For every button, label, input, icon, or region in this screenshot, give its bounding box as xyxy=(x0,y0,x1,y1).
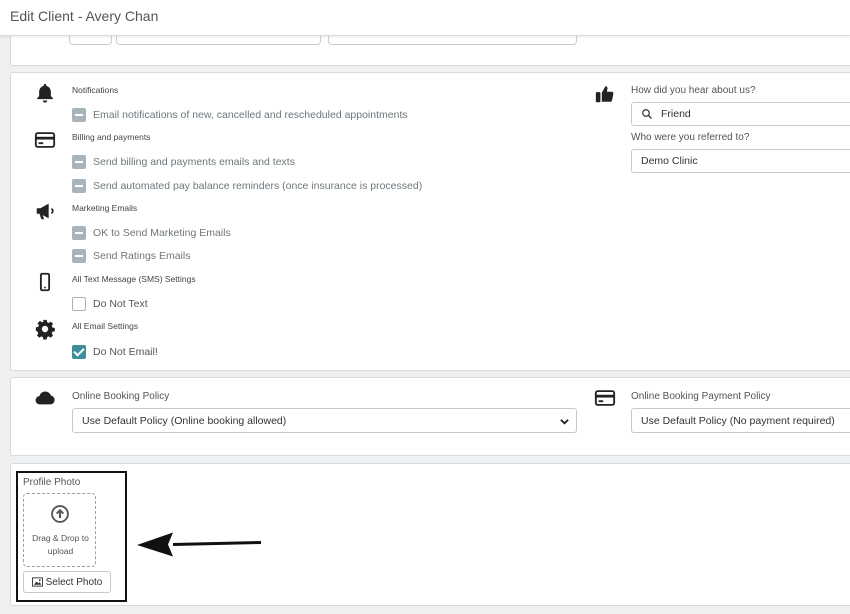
payment-policy-select[interactable]: Use Default Policy (No payment required) xyxy=(631,408,850,433)
billing-emails-checkbox[interactable] xyxy=(72,155,86,169)
sms-heading: All Text Message (SMS) Settings xyxy=(72,274,196,284)
megaphone-icon xyxy=(34,200,56,222)
page-header: Edit Client - Avery Chan xyxy=(0,0,850,36)
marketing-ok-checkbox[interactable] xyxy=(72,226,86,240)
booking-policy-value: Use Default Policy (Online booking allow… xyxy=(82,414,287,427)
email-notifications-checkbox-row[interactable]: Email notifications of new, cancelled an… xyxy=(72,107,408,123)
booking-policy-label: Online Booking Policy xyxy=(72,391,170,402)
payment-policy-value: Use Default Policy (No payment required) xyxy=(641,414,835,427)
chevron-down-icon xyxy=(560,419,569,425)
ratings-checkbox[interactable] xyxy=(72,249,86,263)
email-notifications-label: Email notifications of new, cancelled an… xyxy=(93,109,408,121)
billing-emails-label: Send billing and payments emails and tex… xyxy=(93,156,295,168)
profile-photo-highlight: Profile Photo Drag & Drop to upload Sele… xyxy=(16,471,127,602)
cloud-icon xyxy=(34,387,56,409)
marketing-ok-label: OK to Send Marketing Emails xyxy=(93,227,231,239)
booking-policy-select[interactable]: Use Default Policy (Online booking allow… xyxy=(72,408,577,433)
hear-about-us-value: Friend xyxy=(661,108,691,120)
marketing-heading: Marketing Emails xyxy=(72,203,138,213)
referred-to-field[interactable]: Demo Clinic xyxy=(631,149,850,173)
profile-photo-label: Profile Photo xyxy=(23,477,81,488)
select-photo-button[interactable]: Select Photo xyxy=(23,571,111,593)
pay-balance-checkbox[interactable] xyxy=(72,179,86,193)
email-settings-heading: All Email Settings xyxy=(72,321,139,331)
hear-about-us-label: How did you hear about us? xyxy=(631,85,756,96)
billing-emails-checkbox-row[interactable]: Send billing and payments emails and tex… xyxy=(72,154,295,170)
credit-card-icon xyxy=(594,387,616,409)
drop-zone-text: Drag & Drop to upload xyxy=(32,533,89,556)
image-icon xyxy=(31,577,43,587)
ratings-label: Send Ratings Emails xyxy=(93,250,191,262)
credit-card-icon xyxy=(34,129,56,151)
gear-icon xyxy=(34,318,56,340)
referred-to-value: Demo Clinic xyxy=(641,155,698,167)
payment-policy-label: Online Booking Payment Policy xyxy=(631,391,771,402)
hear-about-us-field[interactable]: Friend xyxy=(631,102,850,126)
marketing-ok-checkbox-row[interactable]: OK to Send Marketing Emails xyxy=(72,225,231,241)
bell-icon xyxy=(34,82,56,104)
ratings-checkbox-row[interactable]: Send Ratings Emails xyxy=(72,248,190,264)
mobile-phone-icon xyxy=(34,271,56,293)
email-notifications-checkbox[interactable] xyxy=(72,108,86,122)
pay-balance-label: Send automated pay balance reminders (on… xyxy=(93,180,423,192)
do-not-email-checkbox-row[interactable]: Do Not Email! xyxy=(72,344,158,360)
do-not-text-checkbox-row[interactable]: Do Not Text xyxy=(72,296,148,312)
thumbs-up-icon xyxy=(594,83,616,105)
page-title: Edit Client - Avery Chan xyxy=(10,8,159,24)
select-photo-label: Select Photo xyxy=(45,576,103,588)
photo-drop-zone[interactable]: Drag & Drop to upload xyxy=(23,493,96,567)
do-not-text-label: Do Not Text xyxy=(93,298,148,310)
referred-to-label: Who were you referred to? xyxy=(631,132,750,143)
notifications-heading: Notifications xyxy=(72,85,119,95)
do-not-email-label: Do Not Email! xyxy=(93,346,158,358)
arrow-icon xyxy=(137,532,262,557)
billing-heading: Billing and payments xyxy=(72,132,151,142)
do-not-text-checkbox[interactable] xyxy=(72,297,86,311)
pay-balance-checkbox-row[interactable]: Send automated pay balance reminders (on… xyxy=(72,178,422,194)
search-icon xyxy=(642,109,652,119)
upload-icon xyxy=(51,505,69,523)
do-not-email-checkbox[interactable] xyxy=(72,345,86,359)
